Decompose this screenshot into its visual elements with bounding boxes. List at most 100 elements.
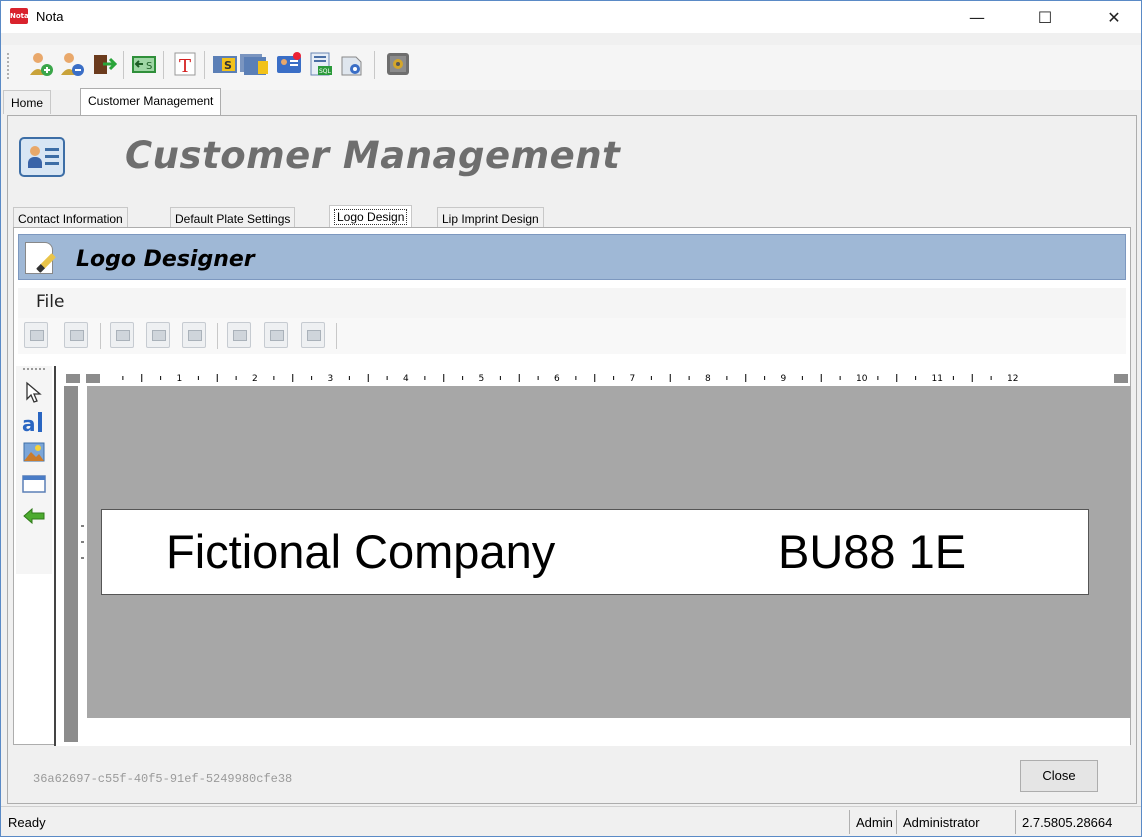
app-window: Nota Nota — ☐ ✕ S T S SQL Home Customer … <box>0 0 1142 837</box>
pencil-paper-icon <box>21 238 61 276</box>
minimize-button[interactable]: — <box>954 1 1000 33</box>
tab-logo-design-label: Logo Design <box>334 209 408 225</box>
bring-forward-button[interactable] <box>24 322 48 348</box>
status-bar: Ready Admin Administrator 2.7.5805.28664 <box>1 806 1141 836</box>
record-id: 36a62697-c55f-40f5-91ef-5249980cfe38 <box>33 772 293 786</box>
print-settings-icon <box>341 56 362 76</box>
ruler-number: 12 <box>1007 374 1018 384</box>
sub-tab-strip: Contact Information Default Plate Settin… <box>8 205 1136 228</box>
text-tool-icon: a <box>22 412 42 435</box>
design-canvas-frame: 1 2 3 4 5 6 7 8 9 10 11 12 Fictional Company BU88 1… <box>54 366 1131 746</box>
ruler-number: 9 <box>781 374 787 384</box>
title-bar: Nota Nota — ☐ ✕ <box>1 1 1141 33</box>
image-tool[interactable] <box>20 438 48 466</box>
designer-toolbar <box>18 318 1126 354</box>
text-tool[interactable]: a <box>20 408 48 436</box>
main-tab-strip: Home Customer Management <box>1 88 1141 116</box>
send-backward-button[interactable] <box>64 322 88 348</box>
multi-settings-icon <box>240 54 268 75</box>
align-top-button[interactable] <box>227 322 251 348</box>
ruler-number: 6 <box>554 374 560 384</box>
customer-list-icon <box>19 137 65 177</box>
ruler-number: 5 <box>479 374 485 384</box>
multi-settings-button[interactable] <box>239 51 268 77</box>
align-bottom-button[interactable] <box>301 322 325 348</box>
sql-report-button[interactable]: SQL <box>308 51 334 77</box>
tab-default-plate-settings[interactable]: Default Plate Settings <box>170 207 296 228</box>
toolbar-separator <box>100 323 101 349</box>
logo-postcode-text[interactable]: BU88 1E <box>778 524 966 579</box>
toolbar-separator <box>336 323 337 349</box>
svg-text:S: S <box>146 61 152 72</box>
add-customer-icon <box>30 53 53 76</box>
tab-logo-design[interactable]: Logo Design <box>329 205 413 228</box>
design-canvas[interactable]: Fictional Company BU88 1E <box>87 386 1131 718</box>
horizontal-ruler: 1 2 3 4 5 6 7 8 9 10 11 12 <box>64 370 1130 386</box>
settings-s-icon: S <box>213 56 237 73</box>
tab-customer-management[interactable]: Customer Management <box>80 88 222 116</box>
text-icon: T <box>174 52 196 77</box>
main-toolbar: S T S SQL <box>1 45 1141 90</box>
tab-contact-information[interactable]: Contact Information <box>13 207 128 228</box>
window-title: Nota <box>36 9 64 24</box>
tab-home[interactable]: Home <box>3 90 52 114</box>
exchange-button[interactable]: S <box>131 51 157 77</box>
palette-grip[interactable] <box>23 368 45 370</box>
customer-card-button[interactable] <box>276 51 302 77</box>
ruler-number: 3 <box>328 374 334 384</box>
toolbar-separator <box>163 51 164 79</box>
align-left-button[interactable] <box>110 322 134 348</box>
rectangle-tool[interactable] <box>20 470 48 498</box>
close-window-button[interactable]: ✕ <box>1091 1 1137 33</box>
page-title: Customer Management <box>125 134 621 177</box>
toolbar-separator <box>374 51 375 79</box>
align-middle-button[interactable] <box>264 322 288 348</box>
toolbar-separator <box>204 51 205 79</box>
settings-button[interactable]: S <box>212 51 238 77</box>
image-tool-icon <box>23 442 45 462</box>
align-right-button[interactable] <box>182 322 206 348</box>
print-settings-button[interactable] <box>339 51 365 77</box>
exit-button[interactable] <box>91 51 118 77</box>
status-role: Administrator <box>896 810 986 834</box>
tool-palette: a <box>16 366 52 574</box>
ruler-number: 1 <box>177 374 183 384</box>
safe-button[interactable] <box>385 51 411 77</box>
sql-report-icon: SQL <box>310 52 332 76</box>
customer-management-page: Customer Management Contact Information … <box>7 115 1137 804</box>
logo-company-text[interactable]: Fictional Company <box>166 524 555 579</box>
menu-file[interactable]: File <box>36 292 64 312</box>
ruler-number: 8 <box>705 374 711 384</box>
tab-lip-imprint-design[interactable]: Lip Imprint Design <box>437 207 544 228</box>
status-text: Ready <box>8 815 46 830</box>
add-customer-button[interactable] <box>28 51 54 77</box>
back-tool[interactable] <box>20 502 48 530</box>
svg-text:S: S <box>224 59 232 72</box>
back-arrow-icon <box>23 507 45 525</box>
toolbar-grip[interactable] <box>7 53 10 79</box>
dollar-exchange-icon: S <box>132 56 156 73</box>
logo-designer-title: Logo Designer <box>76 247 255 272</box>
maximize-button[interactable]: ☐ <box>1022 1 1068 33</box>
designer-menu-bar: File <box>18 288 1126 318</box>
edit-customer-icon <box>61 53 84 76</box>
vertical-ruler <box>64 386 86 742</box>
safe-icon <box>387 53 409 75</box>
align-center-button[interactable] <box>146 322 170 348</box>
edit-customer-button[interactable] <box>59 51 85 77</box>
close-button[interactable]: Close <box>1020 760 1098 792</box>
logo-designer-header: Logo Designer <box>18 234 1126 280</box>
pointer-tool[interactable] <box>20 378 48 406</box>
svg-text:T: T <box>179 56 191 77</box>
text-button[interactable]: T <box>172 51 198 77</box>
logo-design-panel: Logo Designer File a 1 2 3 4 5 6 7 8 9 1… <box>13 227 1131 746</box>
ruler-number: 4 <box>403 374 409 384</box>
exit-icon <box>94 55 118 74</box>
logo-preview[interactable]: Fictional Company BU88 1E <box>101 509 1089 595</box>
rectangle-tool-icon <box>22 475 46 493</box>
svg-text:SQL: SQL <box>319 68 332 75</box>
customer-card-icon <box>277 52 301 73</box>
ruler-ticks: 1 2 3 4 5 6 7 8 9 10 11 12 <box>122 374 1018 384</box>
svg-text:a: a <box>22 412 36 435</box>
ruler-number: 11 <box>932 374 943 384</box>
